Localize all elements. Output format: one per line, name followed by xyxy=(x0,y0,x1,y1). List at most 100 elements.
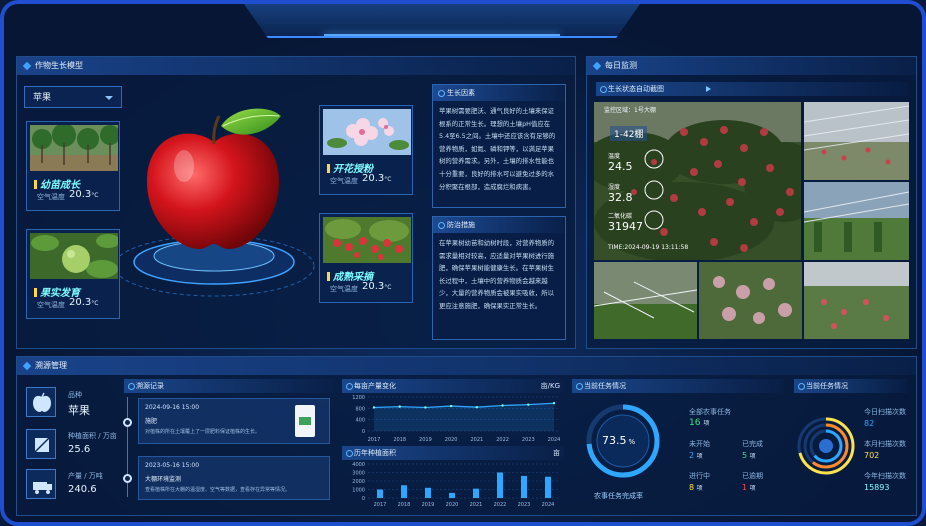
history-area-bar-chart: 4000 3000 2000 1000 0 2017 2018 2019 2020 2021 202… xyxy=(352,462,560,508)
thumb-4[interactable] xyxy=(699,262,802,339)
temp-label: 空气温度 xyxy=(37,193,65,201)
record-card[interactable]: 2023-05-16 15:00 大棚环境监测 查看植株所在大棚的温湿度、空气等… xyxy=(138,456,330,500)
x-tick-label: 2023 xyxy=(522,437,535,443)
fruit-development-image xyxy=(30,233,118,279)
in-progress-label: 进行中 xyxy=(689,472,710,480)
timeline-dot xyxy=(123,418,132,427)
data-point xyxy=(449,404,453,408)
data-point xyxy=(552,402,556,405)
co2-label: 二氧化碳 xyxy=(608,213,633,220)
yield-label: 产量 / 万吨 xyxy=(68,472,103,480)
record-date: 2024-09-16 15:00 xyxy=(145,404,200,411)
temp-value: 20.3°C xyxy=(69,297,99,308)
not-started-label: 未开始 xyxy=(689,440,710,448)
x-tick-label: 2019 xyxy=(422,502,435,508)
thumb-2[interactable] xyxy=(804,182,909,260)
x-tick-label: 2024 xyxy=(548,437,561,443)
play-icon[interactable] xyxy=(706,86,711,92)
bar xyxy=(473,488,479,498)
stage-flowering[interactable]: 开花授粉 空气温度 20.3°C xyxy=(319,105,413,195)
record-date: 2023-05-16 15:00 xyxy=(145,462,200,469)
growth-factors-text: 苹果树需要肥沃、通气良好的土壤来保证根系的正常生长。理想的土壤pH值应在5.4至… xyxy=(439,107,556,191)
area-label: 种植面积 / 万亩 xyxy=(68,432,117,440)
stage-seedling[interactable]: 幼苗成长 空气温度 20.3°C xyxy=(26,121,120,211)
month-scan-value: 702 xyxy=(864,451,880,460)
y-tick-label: 400 xyxy=(355,418,365,424)
area-icon xyxy=(26,429,56,459)
prevention-text: 在苹果树幼苗和幼树时段，对营养物质的需求量相对较高，应适量对苹果树进行施肥，确保… xyxy=(439,239,555,310)
history-area-unit: 亩 xyxy=(553,449,560,457)
temp-label: 空气温度 xyxy=(37,301,65,309)
monitor-time: TIME:2024-09-19 13:11:58 xyxy=(608,244,689,251)
done-value: 5 项 xyxy=(742,451,756,460)
y-tick-label: 1000 xyxy=(352,488,365,494)
yield-change-unit: 亩/KG xyxy=(540,382,560,390)
yield-icon xyxy=(26,469,56,499)
x-tick-label: 2020 xyxy=(445,437,458,443)
bar xyxy=(425,487,431,498)
yield-line-chart: 1200 800 400 02017 2018 2019 2020 2021 2022 2023 2… xyxy=(352,395,561,443)
x-tick-label: 2021 xyxy=(470,502,483,508)
record-card[interactable]: 2024-09-16 15:00 施肥 对植株的所在土壤覆上了一层肥料保证植株的… xyxy=(138,398,330,444)
co2-value: 31947 xyxy=(608,220,643,233)
record-title: 施肥 xyxy=(145,418,158,425)
y-tick-label: 0 xyxy=(362,429,365,435)
data-point xyxy=(501,404,504,407)
humidity-value: 32.8 xyxy=(608,191,633,204)
humidity-label: 湿度 xyxy=(608,184,621,191)
variety-icon xyxy=(26,387,56,417)
scan-rings xyxy=(797,417,855,475)
month-scan-label: 本月扫描次数 xyxy=(864,440,906,448)
stage-harvest[interactable]: 成熟采摘 空气温度 20.3°C xyxy=(319,213,413,303)
monitor-area-label: 监控区域：1号大棚 xyxy=(604,107,656,114)
temp-value: 20.3°C xyxy=(362,281,392,292)
in-progress-value: 8 项 xyxy=(689,483,703,492)
x-tick-label: 2018 xyxy=(398,502,411,508)
panel-title: 溯源管理 xyxy=(17,357,916,375)
seedling-image xyxy=(30,125,118,171)
title-bar xyxy=(244,4,640,38)
variety-value: 苹果 xyxy=(68,404,90,417)
record-desc: 查看植株所在大棚的温湿度、空气等数据，查看存在异常等情况。 xyxy=(145,487,291,493)
today-scan-label: 今日扫描次数 xyxy=(864,408,906,416)
data-point xyxy=(372,406,376,409)
monitor-area-badge: 1-42棚 xyxy=(610,126,648,141)
prevention-box: 防治措施 在苹果树幼苗和幼树时段，对营养物质的需求量相对较高，应适量对苹果树进行… xyxy=(432,216,566,340)
y-tick-label: 3000 xyxy=(352,471,365,477)
growth-factors-box: 生长因素 苹果树需要肥沃、通气良好的土壤来保证根系的正常生长。理想的土壤pH值应… xyxy=(432,84,566,208)
variety-label: 品种 xyxy=(68,391,82,399)
data-point xyxy=(475,406,479,409)
history-area-title: 历年种植面积 亩 xyxy=(342,446,564,460)
year-scan-value: 15893 xyxy=(864,483,890,492)
record-title: 大棚环境监测 xyxy=(145,476,182,483)
completion-value: 73.5% xyxy=(602,434,636,447)
harvest-image xyxy=(323,217,411,263)
thumb-5[interactable] xyxy=(804,262,909,339)
thumb-3[interactable] xyxy=(594,262,697,339)
all-tasks-label: 全部农事任务 xyxy=(689,408,731,416)
dashboard-frame: 作物生长模型 苹果 幼苗成长 空气温度 20.3°C 果实发育 空气温度 20.… xyxy=(0,0,926,526)
y-tick-label: 2000 xyxy=(352,479,365,485)
bar xyxy=(449,492,455,498)
year-scan-label: 今年扫描次数 xyxy=(864,472,906,480)
bar xyxy=(545,476,551,498)
today-scan-value: 82 xyxy=(864,419,875,428)
temp-value: 20.3°C xyxy=(69,189,99,200)
monitor-subtitle: 生长状态自动截图 xyxy=(596,82,908,96)
fertilizer-bag-icon xyxy=(295,405,315,437)
data-point xyxy=(424,406,427,409)
growth-factors-title: 生长因素 xyxy=(433,85,565,101)
thumb-1[interactable] xyxy=(804,102,909,180)
temp-value: 20.3°C xyxy=(362,173,392,184)
chevron-down-icon[interactable] xyxy=(105,96,113,100)
x-tick-label: 2022 xyxy=(494,502,507,508)
not-started-value: 2 项 xyxy=(689,451,703,460)
y-tick-label: 4000 xyxy=(352,462,365,468)
timeline-dot xyxy=(123,474,132,483)
bar xyxy=(401,485,407,498)
y-tick-label: 800 xyxy=(355,406,365,412)
crop-select[interactable]: 苹果 xyxy=(24,86,122,108)
stage-fruit-development[interactable]: 果实发育 空气温度 20.3°C xyxy=(26,229,120,319)
apple-image xyxy=(147,108,281,249)
y-tick-label: 0 xyxy=(362,496,365,502)
